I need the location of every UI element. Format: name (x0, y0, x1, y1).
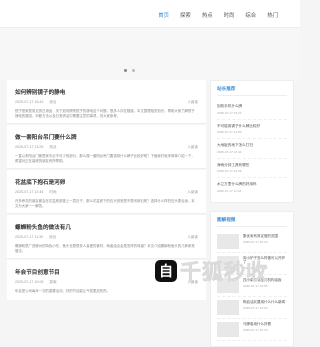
article-category[interactable]: 综合 (49, 100, 56, 105)
article-card[interactable]: 做一套阳台吊门要什么牌 2025-07-17 13:25 热点 人阅读 一直以来… (7, 125, 206, 169)
sidebar-link-item[interactable]: 海雨分钟工具有哪些 2025-07-17 12:36 (217, 159, 287, 178)
sidebar-link-date: 2025-07-17 11:18 (217, 188, 242, 193)
article-excerpt: 螺蛳粉是广西柳州的特色小吃，鱼头也是很多人喜爱的食材，两者结合会是怎样的味道？本… (15, 244, 195, 254)
sidebar-link-date: 2025-07-17 14:50 (217, 130, 242, 134)
article-card[interactable]: 螺蛳粉头鱼的做法有几 2025-07-17 11:30 综合 人阅读 螺蛳粉是广… (7, 215, 206, 259)
article-category[interactable]: 探索 (49, 280, 56, 285)
article-category[interactable]: 热点 (49, 145, 56, 150)
sidebar-link-text[interactable]: 水立方里什么牌的好用吗 (217, 182, 287, 187)
article-meta: 2025-07-17 13:25 热点 人阅读 (15, 145, 198, 150)
thumbnail-image[interactable] (217, 233, 239, 249)
article-excerpt: 一直以来阳台门都是家中必不可少的部分，那么做一套阳台吊门要选择什么牌子比较好呢？… (15, 154, 195, 164)
sidebar-link-text[interactable]: 大地板的地下怎么打扫 (217, 143, 287, 148)
sidebar-link-item[interactable]: 大地板的地下怎么打扫 2025-07-17 13:44 (217, 139, 287, 159)
thumb-title[interactable]: 鸭血油灰要用什么什么新闻 (243, 300, 287, 305)
sidebar-link-text[interactable]: 不可能用锅子什么牌比较好 (217, 124, 287, 129)
sidebar-link-date: 2025-07-17 15:22 (217, 110, 242, 115)
thumbnail-image[interactable] (217, 299, 239, 315)
article-title[interactable]: 花盆底下抱石是河卵 (15, 178, 198, 186)
sidebar-link-text[interactable]: 海雨分钟工具有哪些 (217, 163, 287, 168)
article-excerpt: 镜子是家居常见的日用品，关于如何辨别镜子的静电这个问题，很多人存在疑惑。本文整理… (15, 109, 195, 119)
article-views: 人阅读 (187, 235, 198, 239)
watermark-logo: 自 千狐秒收 (155, 256, 268, 286)
sidebar-link-item[interactable]: 水立方里什么牌的好用吗 2025-07-17 11:18 (217, 178, 287, 197)
article-card[interactable]: 花盆底下抱石是河卵 2025-07-17 12:46 时尚 人阅读 许多养花的朋… (7, 170, 206, 214)
thumb-date: 2025-07-17 12:15 (243, 327, 268, 332)
sidebar-link-date: 2025-07-17 13:44 (217, 149, 242, 154)
article-category[interactable]: 综合 (49, 235, 56, 240)
article-meta: 2025-07-17 12:46 时尚 人阅读 (15, 190, 198, 195)
article-date: 2025-07-17 15:43 (15, 100, 44, 104)
sidebar-link-text[interactable]: 回收手机什么牌 (217, 104, 287, 109)
sidebar-link-item[interactable]: 回收手机什么牌 2025-07-17 15:22 (217, 100, 287, 120)
panel-title: 图解视频 (217, 217, 287, 227)
article-date: 2025-07-17 10:08 (15, 280, 44, 284)
thumb-item[interactable]: 马蹄卷用什么好看 2025-07-17 12:15 (217, 319, 287, 341)
article-meta: 2025-07-17 11:30 综合 人阅读 (15, 235, 198, 240)
nav-item-home[interactable]: 首页 (158, 11, 169, 19)
panel-title: 站长推荐 (217, 86, 287, 96)
article-title[interactable]: 如何辨别镜子的静电 (15, 88, 198, 96)
article-date: 2025-07-17 11:30 (15, 235, 44, 239)
top-navigation-bar: 首页 探索 热点 时尚 综合 热门 (0, 0, 300, 28)
sidebar-link-date: 2025-07-17 12:36 (217, 169, 242, 173)
article-views: 人阅读 (187, 100, 198, 104)
nav-item-general[interactable]: 综合 (245, 11, 256, 19)
nav-item-hot[interactable]: 热点 (202, 11, 213, 19)
article-category[interactable]: 时尚 (49, 190, 56, 195)
thumb-title[interactable]: 集优卖有其定做的范围 (243, 234, 287, 239)
main-nav: 首页 探索 热点 时尚 综合 热门 (158, 11, 278, 19)
article-excerpt: 年会是公司每年一次的重要活动，好的节目能让气氛更加热烈。 (15, 289, 110, 293)
article-meta: 2025-07-17 15:43 综合 人阅读 (15, 100, 198, 105)
article-title[interactable]: 螺蛳粉头鱼的做法有几 (15, 223, 198, 231)
sidebar-link-item[interactable]: 不可能用锅子什么牌比较好 2025-07-17 14:50 (217, 120, 287, 139)
thumb-date: 2025-07-17 15:10 (243, 239, 268, 244)
nav-item-explore[interactable]: 探索 (180, 11, 191, 19)
article-excerpt: 许多养花的朋友都会在花盆底部垫上一层石子，那么花盆底下的石头到底是不是河卵石呢？… (15, 199, 195, 209)
article-card[interactable]: 如何辨别镜子的静电 2025-07-17 15:43 综合 人阅读 镜子是家居常… (7, 80, 206, 124)
sidebar: 站长推荐 回收手机什么牌 2025-07-17 15:22 不可能用锅子什么牌比… (210, 80, 294, 347)
article-title[interactable]: 做一套阳台吊门要什么牌 (15, 133, 198, 141)
article-date: 2025-07-17 13:25 (15, 145, 44, 149)
carousel-dots (124, 69, 135, 72)
nav-item-fashion[interactable]: 时尚 (224, 11, 235, 19)
banner-carousel[interactable] (0, 28, 300, 80)
nav-item-popular[interactable]: 热门 (267, 11, 278, 19)
article-views: 人阅读 (187, 190, 198, 194)
thumb-item[interactable]: 集优卖有其定做的范围 2025-07-17 15:10 (217, 231, 287, 253)
thumbnail-image[interactable] (217, 321, 239, 337)
watermark-text: 千狐秒收 (180, 261, 268, 285)
carousel-dot[interactable] (132, 69, 135, 72)
carousel-dot[interactable] (124, 69, 127, 72)
article-views: 人阅读 (187, 145, 198, 149)
recommended-panel: 站长推荐 回收手机什么牌 2025-07-17 15:22 不可能用锅子什么牌比… (210, 80, 294, 203)
thumb-date: 2025-07-17 13:02 (243, 305, 268, 310)
thumb-title[interactable]: 马蹄卷用什么好看 (243, 322, 287, 327)
watermark-icon: 自 (155, 260, 177, 282)
article-date: 2025-07-17 12:46 (15, 190, 44, 194)
